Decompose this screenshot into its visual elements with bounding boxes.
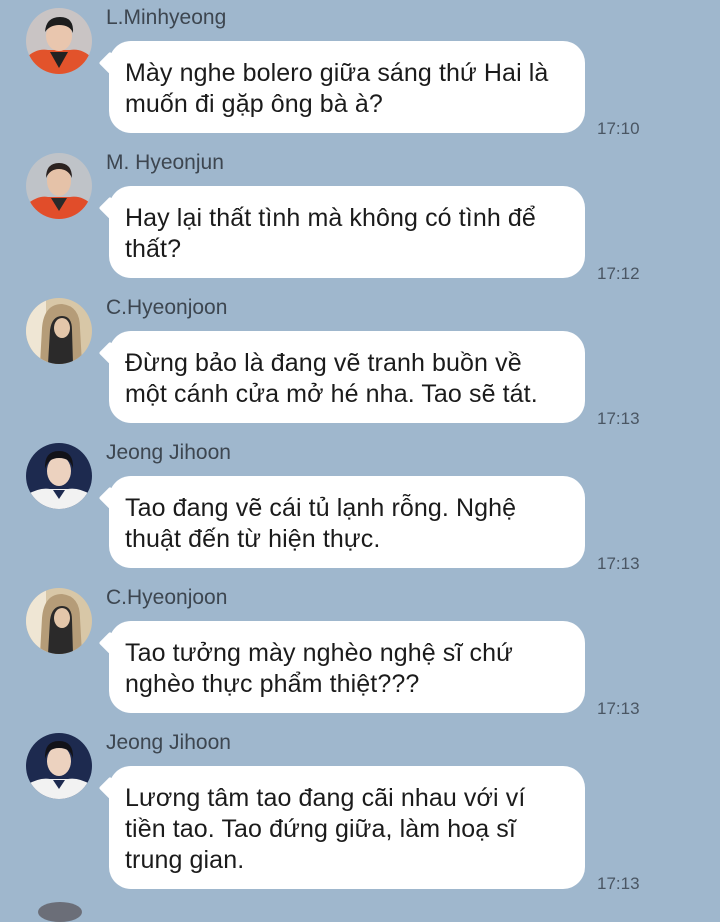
avatar-orange-jacket-icon bbox=[26, 153, 92, 219]
avatar[interactable] bbox=[26, 8, 92, 74]
message-time: 17:12 bbox=[597, 264, 640, 283]
message-time: 17:13 bbox=[597, 874, 640, 893]
sender-name: Jeong Jihoon bbox=[106, 731, 231, 754]
message-time: 17:10 bbox=[597, 119, 640, 138]
avatar[interactable] bbox=[26, 443, 92, 509]
sender-name: C.Hyeonjoon bbox=[106, 586, 228, 609]
avatar-navy-jersey-icon bbox=[26, 733, 92, 799]
sender-name: C.Hyeonjoon bbox=[106, 296, 228, 319]
avatar[interactable] bbox=[26, 298, 92, 364]
chat-message-list[interactable]: L.Minhyeong Mày nghe bolero giữa sáng th… bbox=[0, 0, 720, 922]
message-bubble[interactable]: Đừng bảo là đang vẽ tranh buồn về một cá… bbox=[109, 331, 585, 423]
message-bubble[interactable]: Hay lại thất tình mà không có tình để th… bbox=[109, 186, 585, 278]
avatar[interactable] bbox=[38, 902, 82, 922]
message-bubble[interactable]: Mày nghe bolero giữa sáng thứ Hai là muố… bbox=[109, 41, 585, 133]
avatar[interactable] bbox=[26, 733, 92, 799]
message-bubble[interactable]: Lương tâm tao đang cãi nhau với ví tiền … bbox=[109, 766, 585, 889]
avatar-orange-jacket-icon bbox=[26, 8, 92, 74]
message-time: 17:13 bbox=[597, 409, 640, 428]
sender-name: L.Minhyeong bbox=[106, 6, 227, 29]
sender-name: M. Hyeonjun bbox=[106, 151, 224, 174]
avatar-navy-jersey-icon bbox=[26, 443, 92, 509]
avatar[interactable] bbox=[26, 153, 92, 219]
avatar[interactable] bbox=[26, 588, 92, 654]
avatar-beige-hood-icon bbox=[26, 298, 92, 364]
sender-name: Jeong Jihoon bbox=[106, 441, 231, 464]
message-bubble[interactable]: Tao tưởng mày nghèo nghệ sĩ chứ nghèo th… bbox=[109, 621, 585, 713]
message-time: 17:13 bbox=[597, 554, 640, 573]
avatar-beige-hood-icon bbox=[26, 588, 92, 654]
message-time: 17:13 bbox=[597, 699, 640, 718]
message-bubble[interactable]: Tao đang vẽ cái tủ lạnh rỗng. Nghệ thuật… bbox=[109, 476, 585, 568]
